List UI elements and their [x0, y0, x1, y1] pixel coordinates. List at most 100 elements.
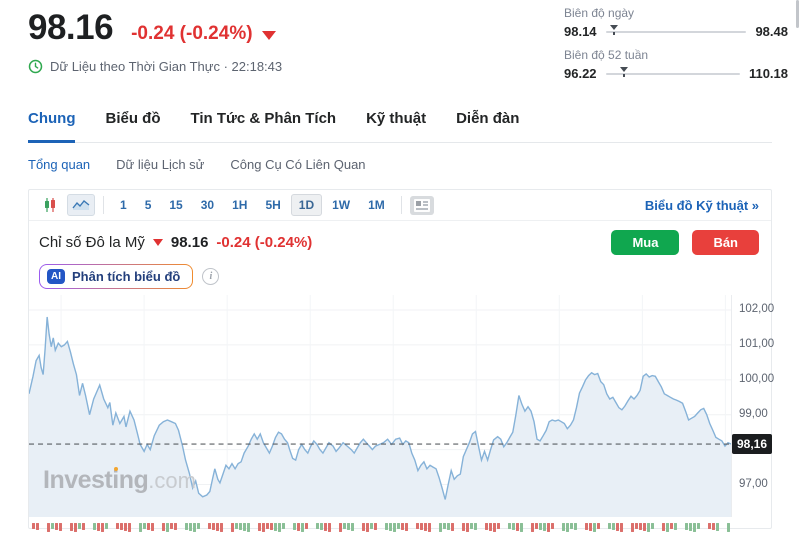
- candlestick-chart-icon[interactable]: [37, 194, 63, 216]
- tab-2[interactable]: Tin Tức & Phân Tích: [190, 110, 336, 143]
- info-icon[interactable]: i: [202, 268, 220, 285]
- interval-1h[interactable]: 1H: [224, 194, 255, 216]
- buy-button[interactable]: Mua: [611, 230, 680, 255]
- volume-bar: [420, 523, 423, 530]
- technical-chart-link[interactable]: Biểu đồ Kỹ thuật »: [645, 198, 763, 213]
- volume-bar: [547, 523, 550, 532]
- instrument-name: Chỉ số Đô la Mỹ: [39, 234, 145, 251]
- volume-bar: [328, 523, 331, 532]
- chart-plot-area[interactable]: Investing.com: [29, 295, 731, 517]
- interval-1m[interactable]: 1M: [360, 194, 393, 216]
- interval-group: 1 5 15 30 1H 5H 1D 1W 1M: [112, 194, 393, 216]
- volume-bar: [36, 523, 39, 530]
- page: 98.16 -0.24 (-0.24%) Dữ Liệu theo Thời G…: [0, 0, 800, 532]
- volume-bar: [389, 523, 392, 531]
- realtime-timestamp: Dữ Liệu theo Thời Gian Thực · 22:18:43: [50, 59, 283, 74]
- volume-bar: [466, 523, 469, 532]
- chart-change: -0.24 (-0.24%): [216, 234, 313, 251]
- volume-bar: [351, 523, 354, 531]
- tab-4[interactable]: Diễn đàn: [456, 110, 519, 143]
- interval-5[interactable]: 5: [137, 194, 160, 216]
- main-tabs: Chung Biểu đồ Tin Tức & Phân Tích Kỹ thuật D…: [28, 110, 772, 143]
- volume-bar: [262, 523, 265, 532]
- volume-bar: [370, 523, 373, 529]
- page-scrollbar[interactable]: [796, 0, 799, 28]
- tab-0[interactable]: Chung: [28, 110, 76, 143]
- interval-30[interactable]: 30: [193, 194, 222, 216]
- y-tick-101: 101,00: [739, 337, 775, 350]
- interval-1w[interactable]: 1W: [324, 194, 358, 216]
- day-range-track: [605, 24, 747, 35]
- price-chart: Investing.com 102,00 101,00 100,00 99,00 98,…: [29, 295, 775, 517]
- volume-bar: [397, 523, 400, 529]
- volume-bar: [362, 523, 365, 531]
- volume-bar: [343, 523, 346, 529]
- volume-bar: [620, 523, 623, 532]
- volume-bar: [266, 523, 269, 529]
- volume-bar: [247, 523, 250, 532]
- volume-bar: [405, 523, 408, 531]
- tab-1[interactable]: Biểu đồ: [105, 110, 160, 143]
- volume-bar: [189, 523, 192, 531]
- volume-bar: [116, 523, 119, 529]
- volume-bar: [589, 523, 592, 531]
- volume-bar: [258, 523, 261, 531]
- volume-strip: [29, 517, 771, 537]
- volume-bar: [316, 523, 319, 529]
- y-tick-97: 97,00: [739, 477, 768, 490]
- interval-5h[interactable]: 5H: [257, 194, 288, 216]
- volume-bar: [128, 523, 131, 532]
- volume-bar: [666, 523, 669, 532]
- chart-card: 1 5 15 30 1H 5H 1D 1W 1M Biểu đồ Kỹ thuật » Chỉ …: [28, 189, 775, 532]
- volume-bar: [59, 523, 62, 531]
- volume-bar: [635, 523, 638, 529]
- interval-15[interactable]: 15: [161, 194, 190, 216]
- subtab-0[interactable]: Tổng quan: [28, 157, 90, 172]
- volume-bar: [685, 523, 688, 530]
- volume-bar: [78, 523, 81, 529]
- interval-1d[interactable]: 1D: [290, 194, 323, 216]
- snapshot-icon[interactable]: [409, 195, 434, 215]
- volume-bar: [574, 523, 577, 530]
- volume-bar: [193, 523, 196, 532]
- ai-analysis-button[interactable]: AI Phân tích biểu đồ: [39, 264, 193, 289]
- volume-bar: [393, 523, 396, 532]
- volume-bar: [512, 523, 515, 530]
- volume-bar: [339, 523, 342, 532]
- toolbar-divider: [103, 196, 104, 214]
- volume-bar: [651, 523, 654, 529]
- subtab-1[interactable]: Dữ liệu Lịch sử: [116, 157, 204, 172]
- week52-range-label: Biên độ 52 tuần: [564, 48, 649, 62]
- volume-bar: [174, 523, 177, 530]
- volume-bar: [301, 523, 304, 532]
- volume-bar: [143, 523, 146, 529]
- volume-bar: [151, 523, 154, 531]
- volume-bar: [616, 523, 619, 531]
- chart-y-axis: 102,00101,00100,0099,0098,0097,0098,16: [731, 295, 775, 517]
- area-chart-icon[interactable]: [67, 194, 95, 216]
- volume-bar: [185, 523, 188, 530]
- volume-bar: [297, 523, 300, 531]
- volume-bar: [639, 523, 642, 530]
- volume-bar: [235, 523, 238, 529]
- current-price: 98.16: [28, 8, 114, 47]
- volume-bar: [101, 523, 104, 532]
- volume-bar: [70, 523, 73, 531]
- volume-bar: [712, 523, 715, 530]
- volume-bar: [708, 523, 711, 529]
- subtab-2[interactable]: Công Cụ Có Liên Quan: [230, 157, 365, 172]
- volume-bar: [274, 523, 277, 531]
- volume-bar: [428, 523, 431, 532]
- volume-bar: [385, 523, 388, 530]
- volume-bar: [416, 523, 419, 529]
- y-tick-99: 99,00: [739, 407, 768, 420]
- week52-range-track: [605, 66, 740, 77]
- volume-bars: [29, 517, 731, 537]
- volume-bar: [716, 523, 719, 531]
- volume-bar: [347, 523, 350, 530]
- tab-3[interactable]: Kỹ thuật: [366, 110, 426, 143]
- sell-button[interactable]: Bán: [692, 230, 759, 255]
- volume-bar: [647, 523, 650, 532]
- volume-bar: [520, 523, 523, 532]
- interval-1[interactable]: 1: [112, 194, 135, 216]
